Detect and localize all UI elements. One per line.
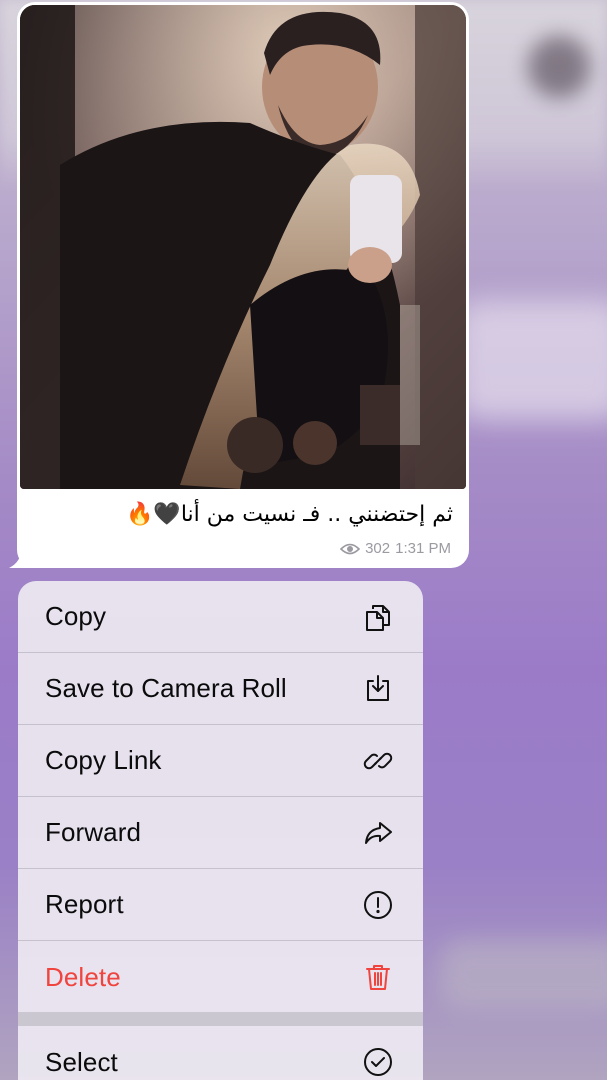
- menu-item-label: Copy Link: [45, 745, 162, 775]
- menu-item-label: Delete: [45, 961, 121, 992]
- menu-section-divider: [18, 1012, 423, 1026]
- checkmark-circle-icon: [361, 1045, 395, 1079]
- background-message-bubble: [440, 940, 607, 1010]
- message-photo[interactable]: [20, 5, 466, 489]
- photo-couple-image: [20, 5, 466, 489]
- context-menu: Copy Save to Camera Roll Copy Link Forwa…: [18, 581, 423, 1080]
- view-count: 302: [365, 540, 391, 557]
- copy-icon: [361, 600, 395, 634]
- menu-item-copy[interactable]: Copy: [18, 581, 423, 653]
- menu-item-save-to-camera-roll[interactable]: Save to Camera Roll: [18, 653, 423, 725]
- menu-item-delete[interactable]: Delete: [18, 941, 423, 1013]
- trash-icon: [361, 960, 395, 994]
- message-caption: ثم إحتضنني .. فـ نسيت من أنا🖤🔥: [126, 502, 453, 527]
- menu-item-label: Select: [45, 1046, 118, 1077]
- eye-icon: [340, 543, 361, 554]
- background-message-bubble: [457, 300, 607, 420]
- link-icon: [361, 744, 395, 778]
- message-bubble[interactable]: ثم إحتضنني .. فـ نسيت من أنا🖤🔥 302 1:31 …: [17, 2, 469, 568]
- menu-item-label: Forward: [45, 817, 142, 847]
- background-avatar: [528, 36, 590, 98]
- menu-item-report[interactable]: Report: [18, 869, 423, 941]
- download-icon: [361, 672, 395, 706]
- forward-icon: [361, 816, 395, 850]
- menu-item-select[interactable]: Select: [18, 1026, 423, 1080]
- message-time: 1:31 PM: [395, 540, 451, 557]
- bubble-tail: [9, 546, 35, 568]
- exclamation-circle-icon: [361, 888, 395, 922]
- menu-item-forward[interactable]: Forward: [18, 797, 423, 869]
- menu-item-copy-link[interactable]: Copy Link: [18, 725, 423, 797]
- menu-item-label: Report: [45, 889, 124, 919]
- menu-item-label: Save to Camera Roll: [45, 673, 287, 703]
- menu-item-label: Copy: [45, 601, 107, 631]
- message-meta: 302 1:31 PM: [340, 540, 451, 557]
